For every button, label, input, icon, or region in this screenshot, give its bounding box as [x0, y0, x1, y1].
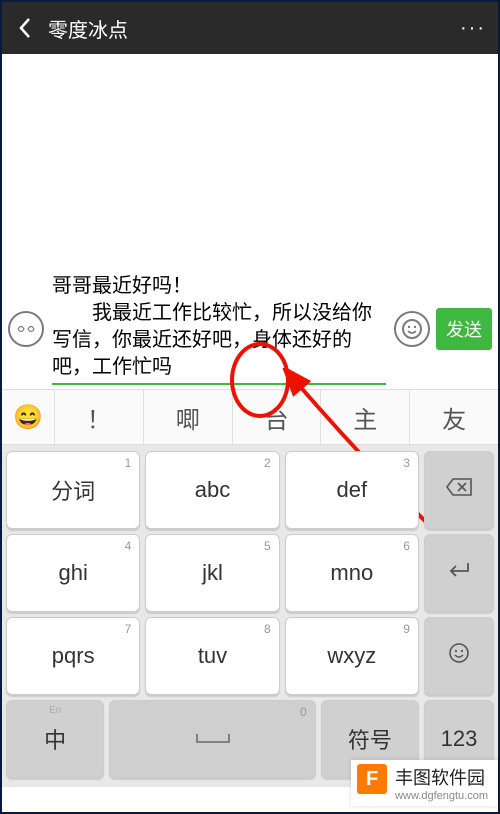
enter-icon: [446, 560, 472, 586]
face-icon: [447, 641, 471, 671]
key-def[interactable]: 3def: [285, 451, 419, 529]
key-fenci[interactable]: 1分词: [6, 451, 140, 529]
chat-title: 零度冰点: [48, 14, 458, 43]
key-jkl[interactable]: 5jkl: [145, 534, 279, 612]
key-lang[interactable]: En中: [6, 700, 104, 778]
candidate-bar: 😄 ！ 唧 台 主 友: [2, 389, 498, 445]
message-input[interactable]: 哥哥最近好吗！ 我最近工作比较忙，所以没给你写信，你最近还好吧，身体还好的吧，工…: [52, 273, 386, 385]
key-enter[interactable]: [424, 534, 494, 612]
chat-area: 哥哥最近好吗！ 我最近工作比较忙，所以没给你写信，你最近还好吧，身体还好的吧，工…: [2, 54, 498, 389]
back-button[interactable]: [12, 15, 38, 41]
more-button[interactable]: ···: [458, 17, 488, 40]
candidate-2[interactable]: 台: [232, 390, 321, 444]
key-tuv[interactable]: 8tuv: [145, 617, 279, 695]
watermark-logo: F: [357, 764, 387, 794]
emoji-button[interactable]: [394, 311, 430, 347]
space-icon: [193, 726, 233, 752]
send-button[interactable]: 发送: [436, 308, 492, 350]
input-rest: 我最近工作比较忙，所以没给你写信，你最近还好吧，身体还好的吧，工作忙吗: [52, 300, 386, 381]
watermark: F 丰图软件园 www.dgfengtu.com: [351, 760, 498, 806]
key-space[interactable]: 0: [109, 700, 315, 778]
navbar: 零度冰点 ···: [2, 2, 498, 54]
input-line1: 哥哥最近好吗！: [52, 273, 386, 300]
watermark-url: www.dgfengtu.com: [395, 790, 488, 802]
key-tool[interactable]: [424, 617, 494, 695]
keyboard: 1分词 2abc 3def 4ghi 5jkl 6mno 7pqrs 8tuv …: [2, 445, 498, 787]
voice-button[interactable]: [8, 311, 44, 347]
input-row: 哥哥最近好吗！ 我最近工作比较忙，所以没给你写信，你最近还好吧，身体还好的吧，工…: [2, 269, 498, 389]
key-abc[interactable]: 2abc: [145, 451, 279, 529]
emoji-picker-icon[interactable]: 😄: [2, 403, 54, 432]
backspace-icon: [445, 477, 473, 503]
key-backspace[interactable]: [424, 451, 494, 529]
candidate-3[interactable]: 主: [320, 390, 409, 444]
candidate-4[interactable]: 友: [409, 390, 498, 444]
key-ghi[interactable]: 4ghi: [6, 534, 140, 612]
candidate-0[interactable]: ！: [54, 390, 143, 444]
key-wxyz[interactable]: 9wxyz: [285, 617, 419, 695]
key-mno[interactable]: 6mno: [285, 534, 419, 612]
candidate-1[interactable]: 唧: [143, 390, 232, 444]
key-pqrs[interactable]: 7pqrs: [6, 617, 140, 695]
watermark-name: 丰图软件园: [395, 768, 485, 788]
